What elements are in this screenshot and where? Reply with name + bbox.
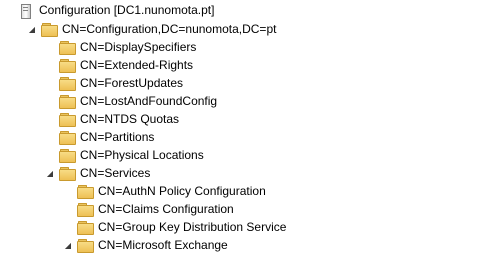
folder-icon [41,22,58,37]
tree-node-services[interactable]: ◢ CN=Services [45,164,150,182]
tree-node-configuration-root[interactable]: Configuration [DC1.nunomota.pt] [18,1,214,19]
tree-node-forestupdates[interactable]: CN=ForestUpdates [59,74,183,92]
tree-node-label: CN=AuthN Policy Configuration [98,184,266,198]
folder-icon [59,94,76,109]
tree-node-label: CN=ForestUpdates [80,76,184,90]
tree-node-label: CN=DisplaySpecifiers [80,40,197,54]
tree-node-ntds-quotas[interactable]: CN=NTDS Quotas [59,110,179,128]
tree-node-displayspecifiers[interactable]: CN=DisplaySpecifiers [59,38,196,56]
tree-node-extended-rights[interactable]: CN=Extended-Rights [59,56,193,74]
tree-node-label: CN=Claims Configuration [98,202,234,216]
ad-tree-view: Configuration [DC1.nunomota.pt] ◢ CN=Con… [0,0,483,253]
folder-icon [59,130,76,145]
server-icon [18,3,34,19]
tree-node-label: CN=Partitions [80,130,155,144]
folder-icon [77,238,94,253]
folder-icon [59,40,76,55]
tree-node-label: CN=NTDS Quotas [80,112,180,126]
folder-icon [77,220,94,235]
expand-toggle-icon[interactable]: ◢ [45,164,55,182]
tree-node-authn-policy-configuration[interactable]: CN=AuthN Policy Configuration [77,182,266,200]
tree-node-label: CN=Services [80,166,151,180]
tree-node-microsoft-exchange[interactable]: ◢ CN=Microsoft Exchange [63,236,228,254]
tree-node-label: CN=LostAndFoundConfig [80,94,218,108]
tree-node-claims-configuration[interactable]: CN=Claims Configuration [77,200,234,218]
tree-node-label: CN=Configuration,DC=nunomota,DC=pt [62,22,277,36]
tree-node-label: Configuration [DC1.nunomota.pt] [39,3,215,17]
tree-node-label: CN=Microsoft Exchange [98,238,228,252]
tree-node-configuration-dc[interactable]: ◢ CN=Configuration,DC=nunomota,DC=pt [27,20,276,38]
tree-node-partitions[interactable]: CN=Partitions [59,128,154,146]
tree-node-label: CN=Extended-Rights [80,58,194,72]
folder-icon [59,76,76,91]
expand-toggle-icon[interactable]: ◢ [27,20,37,38]
tree-node-physical-locations[interactable]: CN=Physical Locations [59,146,204,164]
folder-icon [59,166,76,181]
tree-node-label: CN=Group Key Distribution Service [98,220,287,234]
tree-node-lostandfoundconfig[interactable]: CN=LostAndFoundConfig [59,92,217,110]
tree-node-label: CN=Physical Locations [80,148,204,162]
folder-icon [59,112,76,127]
folder-icon [59,58,76,73]
folder-icon [59,148,76,163]
expand-toggle-icon[interactable]: ◢ [63,236,73,254]
tree-node-group-key-distribution-service[interactable]: CN=Group Key Distribution Service [77,218,286,236]
folder-icon [77,184,94,199]
folder-icon [77,202,94,217]
